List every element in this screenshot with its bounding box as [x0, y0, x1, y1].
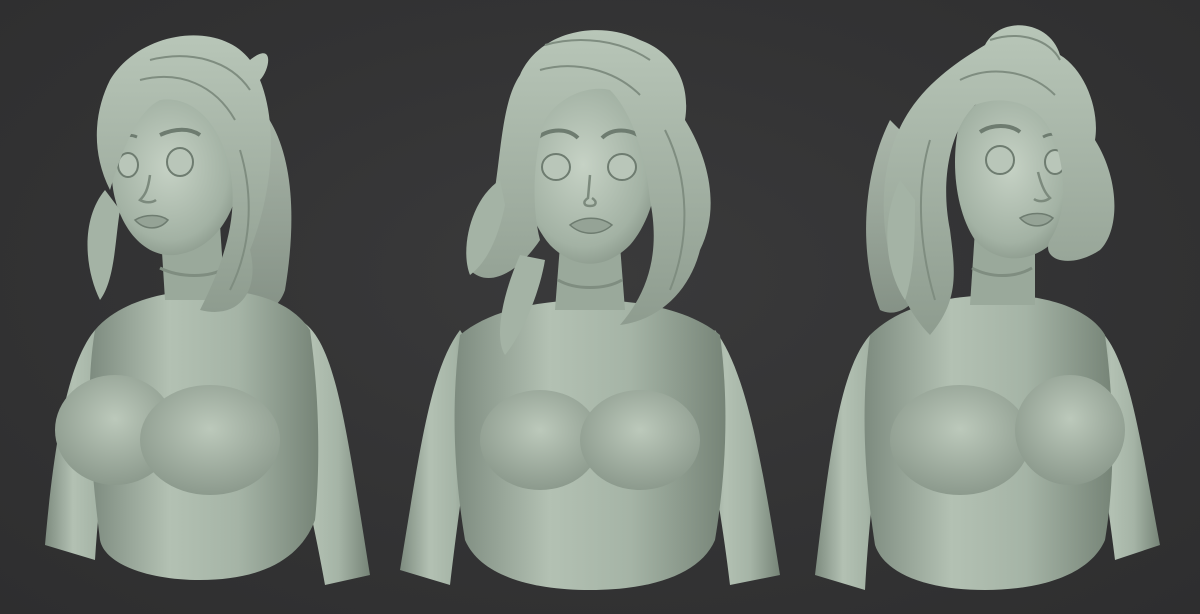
eye-right — [607, 153, 637, 181]
bust-three-quarter-right — [815, 25, 1160, 590]
chest-right — [140, 385, 280, 495]
eye-right — [166, 147, 194, 177]
bust-front — [400, 30, 780, 590]
eye-left — [985, 145, 1015, 175]
bust-three-quarter-left — [45, 35, 370, 585]
chest-left — [890, 385, 1030, 495]
eye-left — [541, 153, 571, 181]
chest-right — [1015, 375, 1125, 485]
chest-right — [580, 390, 700, 490]
hair-strand-left — [87, 190, 120, 300]
sculpt-render-canvas — [0, 0, 1200, 614]
clay-bust-turnaround — [45, 25, 1160, 590]
